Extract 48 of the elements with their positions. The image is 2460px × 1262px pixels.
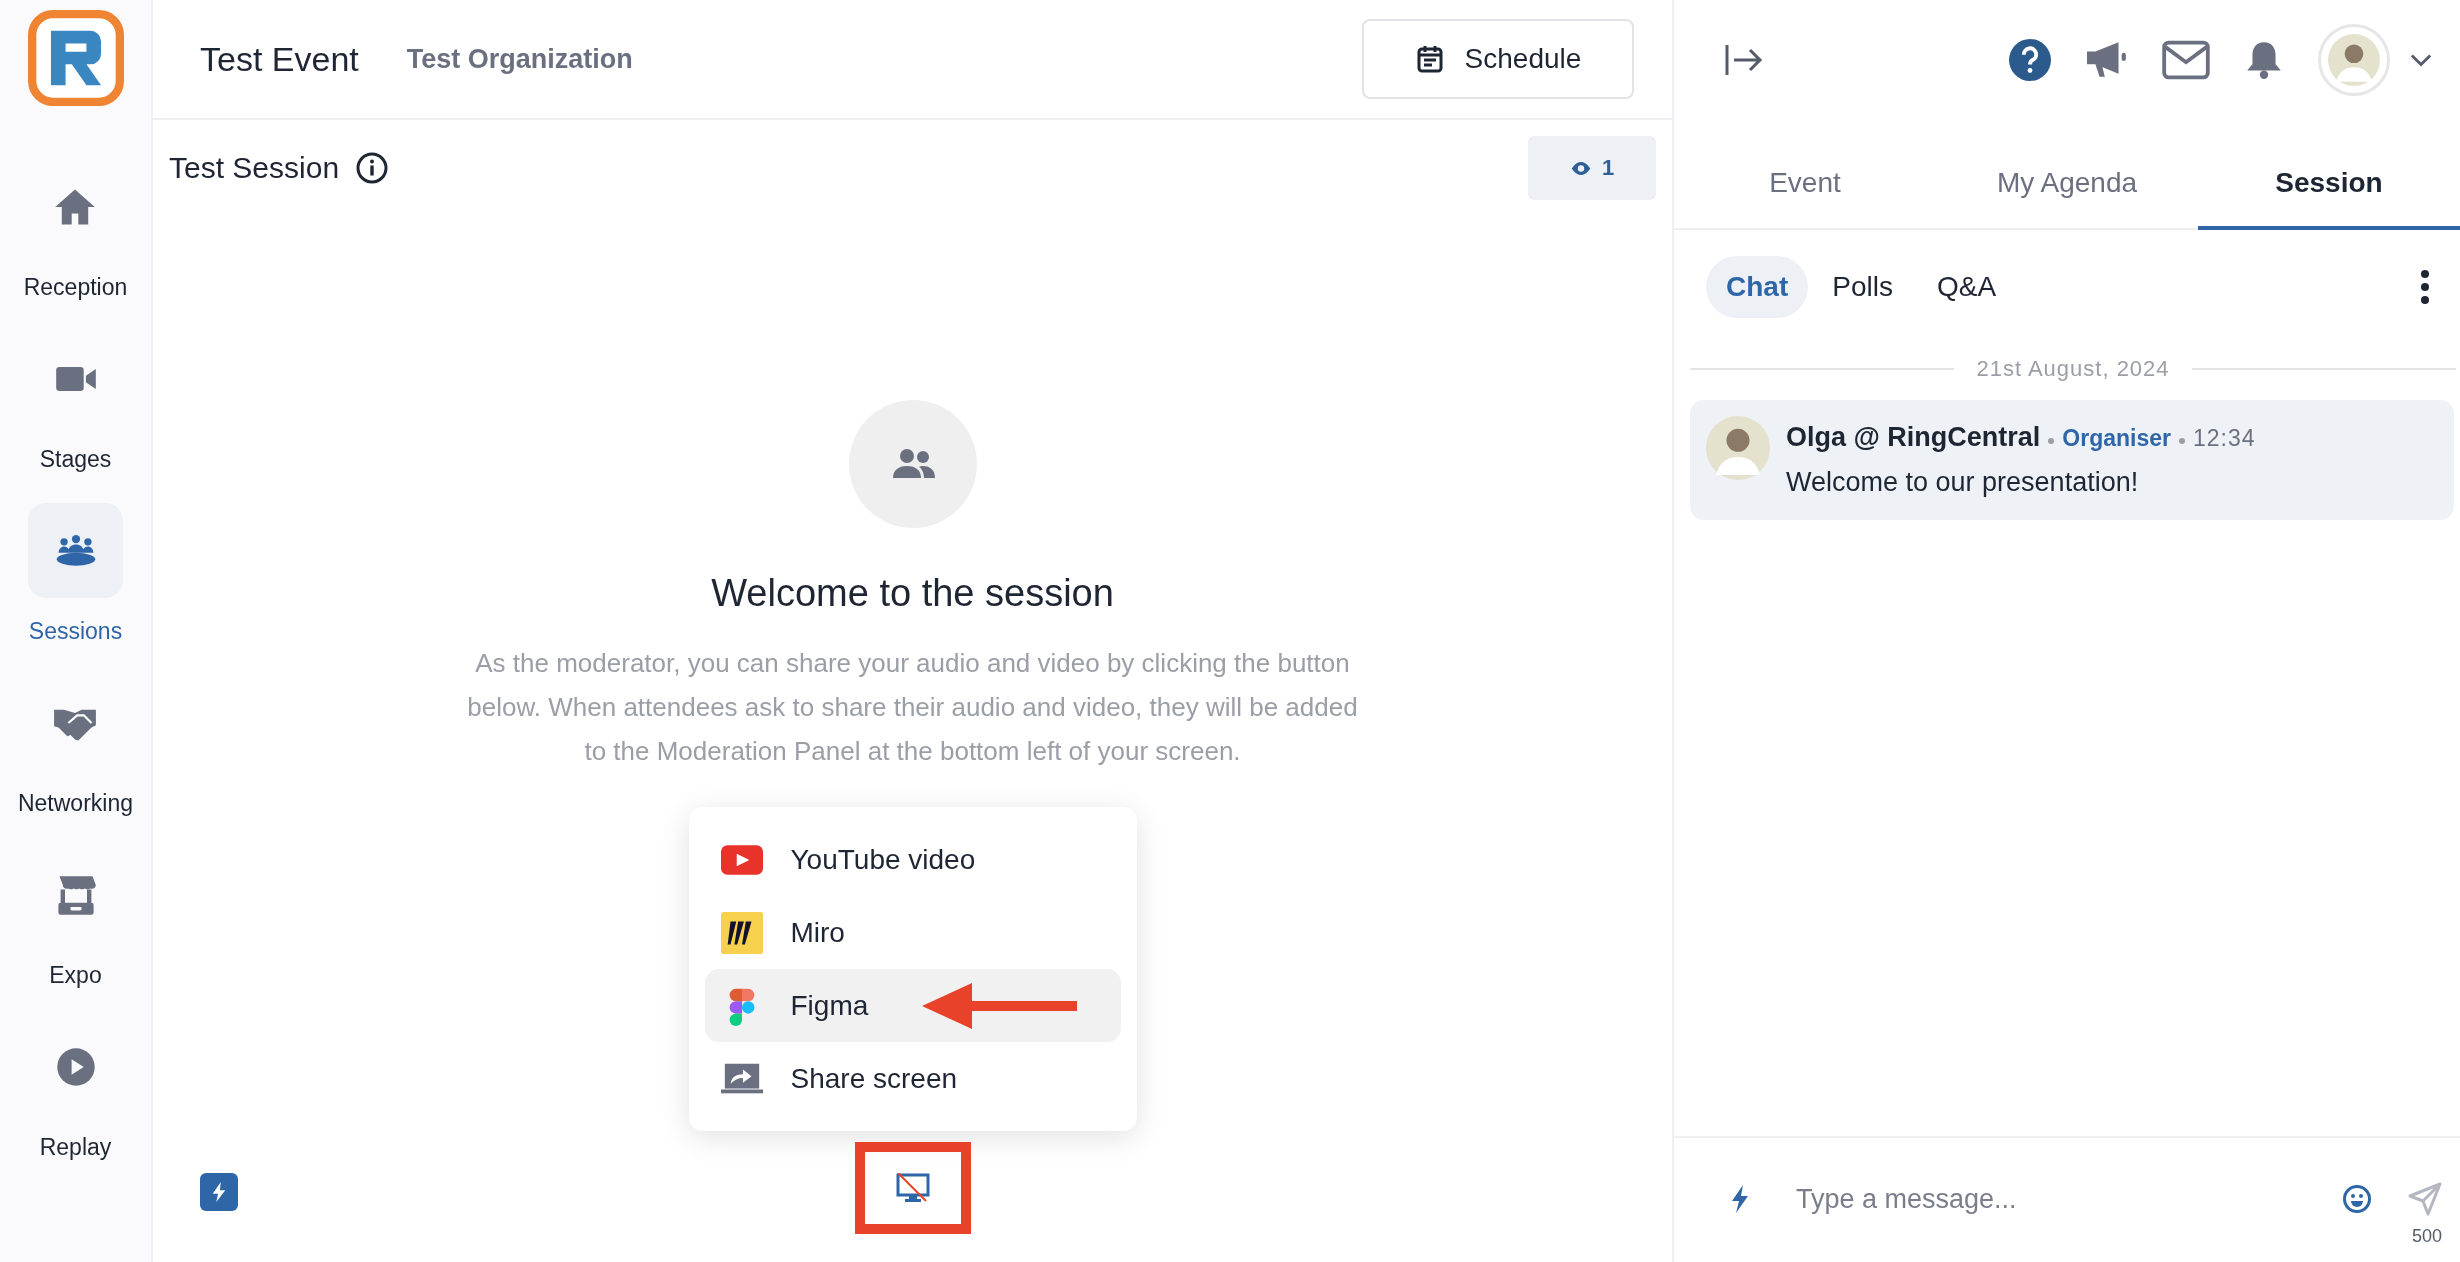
lightning-button[interactable] bbox=[200, 1173, 238, 1211]
logo-icon[interactable] bbox=[27, 10, 124, 106]
chat-tab[interactable]: Polls bbox=[1812, 256, 1913, 318]
separator-dot bbox=[2179, 437, 2185, 444]
panel-tab[interactable]: Event bbox=[1674, 140, 1936, 230]
date-divider: 21st August, 2024 bbox=[1976, 356, 2170, 382]
schedule-button[interactable]: Schedule bbox=[1362, 19, 1634, 99]
welcome-text: As the moderator, you can share your audio and video by clicking the button below. When attendees ask to share their audio and video, they will be added to the Moderation Panel at the bottom left of your screen. bbox=[466, 647, 1359, 768]
chat-tab[interactable]: Q&A bbox=[1916, 256, 2017, 318]
message-text: Welcome to our presentation! bbox=[1786, 467, 2140, 498]
more-options-icon[interactable] bbox=[2420, 269, 2430, 305]
menu-item[interactable]: YouTube video bbox=[704, 823, 1121, 896]
user-avatar[interactable] bbox=[2318, 24, 2390, 96]
help-icon[interactable] bbox=[2006, 39, 2054, 81]
organization-name: Test Organization bbox=[406, 43, 633, 75]
nav-item[interactable]: Reception bbox=[23, 159, 128, 301]
author-name: Olga @ RingCentral bbox=[1786, 422, 2041, 453]
nav-item[interactable]: Networking bbox=[17, 675, 133, 817]
lightning-icon bbox=[210, 1181, 228, 1203]
person-silhouette-icon bbox=[1706, 416, 1770, 480]
mail-icon[interactable] bbox=[2162, 39, 2210, 81]
menu-item[interactable]: Share screen bbox=[704, 1042, 1121, 1115]
menu-item[interactable]: Figma bbox=[704, 969, 1121, 1042]
character-limit: 500 bbox=[2411, 1226, 2442, 1247]
message-input[interactable]: Type a message... bbox=[1794, 1182, 2342, 1216]
chevron-down-icon[interactable] bbox=[2410, 53, 2432, 67]
welcome-title: Welcome to the session bbox=[711, 572, 1114, 615]
message-time: 12:34 bbox=[2193, 425, 2256, 452]
lightning-icon[interactable] bbox=[1730, 1184, 1750, 1214]
person-silhouette-icon bbox=[2328, 34, 2380, 86]
nav-item[interactable]: Stages bbox=[28, 331, 123, 473]
nav-item[interactable]: Expo bbox=[28, 847, 123, 989]
separator-dot bbox=[2048, 437, 2055, 444]
session-title: Test Session bbox=[169, 151, 340, 185]
monitor-off-icon bbox=[895, 1173, 930, 1203]
menu-item[interactable]: Miro bbox=[704, 896, 1121, 969]
smiley-icon[interactable] bbox=[2342, 1184, 2372, 1214]
collapse-panel-icon[interactable] bbox=[1724, 43, 1764, 77]
chat-tab[interactable]: Chat bbox=[1706, 256, 1809, 318]
viewer-count: 1 bbox=[1601, 155, 1615, 181]
panel-tab[interactable]: My Agenda bbox=[1936, 140, 2198, 230]
nav-item[interactable]: Replay bbox=[28, 1019, 123, 1161]
event-title: Test Event bbox=[200, 39, 359, 79]
eye-icon bbox=[1569, 160, 1592, 176]
miro-logo-icon bbox=[720, 911, 763, 954]
panel-tab[interactable]: Session bbox=[2198, 140, 2460, 230]
role-label: Organiser bbox=[2062, 425, 2171, 452]
info-icon[interactable] bbox=[355, 151, 390, 185]
